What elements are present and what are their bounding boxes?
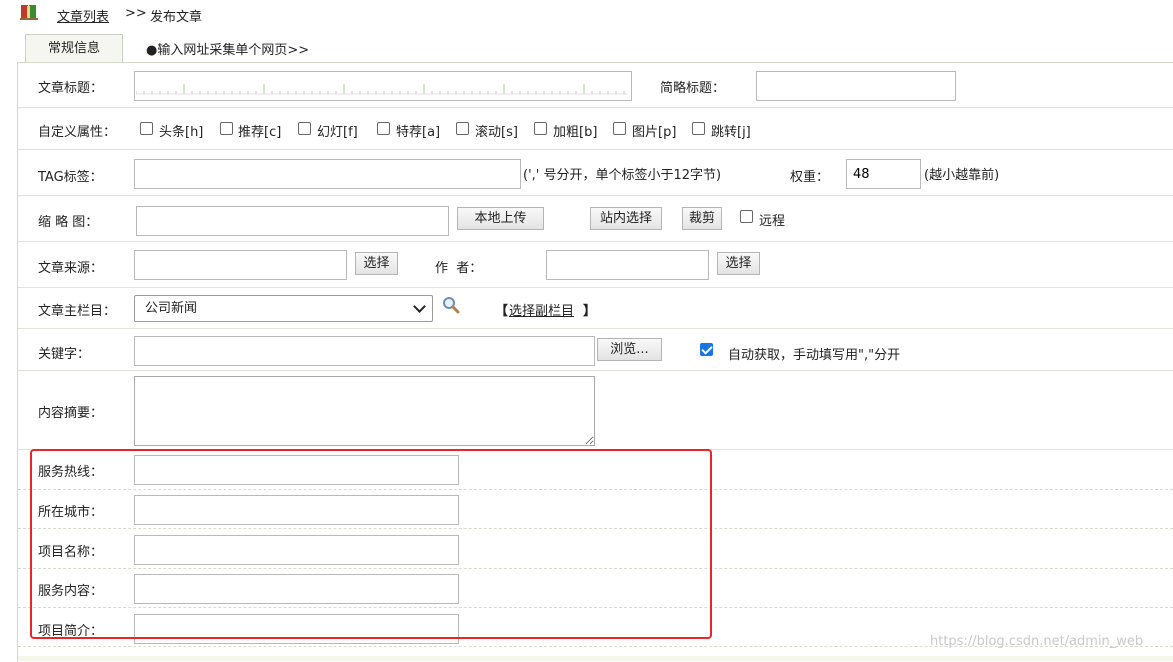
source-input[interactable] [134,250,347,280]
highlight-box [30,449,712,639]
attr-label-special: 特荐[a] [396,125,441,140]
attr-label-slideshow: 幻灯[f] [317,125,358,140]
row-divider [18,328,1173,329]
attr-label-image: 图片[p] [632,125,677,140]
tag-input[interactable] [134,159,521,189]
attr-label-scroll: 滚动[s] [475,125,518,140]
keywords-input[interactable] [134,336,595,366]
short-title-label: 简略标题： [660,81,726,96]
weight-hint: (越小越靠前) [924,168,1000,183]
breadcrumb-article-list-link[interactable]: 文章列表 [57,6,109,25]
source-label: 文章来源： [38,261,104,276]
breadcrumb-separator: >> [125,6,147,21]
title-label: 文章标题： [38,81,104,96]
attr-checkbox-headline[interactable] [140,122,153,135]
crop-button[interactable]: 裁剪 [682,207,722,230]
author-select-button[interactable]: 选择 [717,252,760,275]
sub-category-bracket-left: 【 [495,304,509,319]
summary-textarea[interactable] [134,376,595,446]
watermark: https://blog.csdn.net/admin_web [930,634,1144,649]
category-label: 文章主栏目： [38,304,117,319]
category-select[interactable]: 公司新闻 [134,295,433,322]
attr-checkbox-scroll[interactable] [456,122,469,135]
weight-label: 权重： [790,170,830,185]
author-label: 作 者： [435,261,483,276]
title-length-ruler [136,84,628,95]
thumbnail-label: 缩 略 图： [38,215,99,230]
select-sub-category-link[interactable]: 选择副栏目 [509,300,574,319]
bottom-strip [18,656,1173,661]
local-upload-button[interactable]: 本地上传 [457,207,544,230]
author-input[interactable] [546,250,709,280]
attr-label-headline: 头条[h] [159,125,204,140]
attr-label-bold: 加粗[b] [553,125,598,140]
tag-hint: (',' 号分开，单个标签小于12字节) [523,168,722,183]
custom-attributes-label: 自定义属性： [38,125,117,140]
auto-fetch-label: 自动获取，手动填写用","分开 [728,348,901,363]
thumbnail-input[interactable] [136,206,449,236]
row-divider [18,241,1173,242]
attr-checkbox-slideshow[interactable] [298,122,311,135]
attr-label-redirect: 跳转[j] [711,125,751,140]
book-icon [20,5,38,20]
site-select-button[interactable]: 站内选择 [590,207,662,230]
row-divider [18,370,1173,371]
keywords-label: 关键字： [38,347,91,362]
row-divider [18,195,1173,196]
remote-checkbox[interactable] [740,210,753,223]
short-title-input[interactable] [756,71,956,101]
attr-checkbox-redirect[interactable] [692,122,705,135]
weight-input[interactable] [846,159,921,189]
chevron-down-icon [413,300,426,313]
attr-checkbox-recommend[interactable] [220,122,233,135]
remote-label: 远程 [759,214,786,229]
browse-button[interactable]: 浏览... [597,338,662,361]
tab-collect-url[interactable]: ●输入网址采集单个网页>> [146,39,309,58]
attr-checkbox-image[interactable] [613,122,626,135]
attr-checkbox-special[interactable] [377,122,390,135]
row-divider [18,287,1173,288]
search-icon[interactable] [442,296,460,314]
row-divider [18,149,1173,150]
source-select-button[interactable]: 选择 [355,252,398,275]
tab-general-info[interactable]: 常规信息 [25,34,123,63]
category-select-value: 公司新闻 [145,301,198,316]
attr-checkbox-bold[interactable] [534,122,547,135]
breadcrumb-current: 发布文章 [150,10,203,25]
auto-fetch-checkbox[interactable] [700,343,713,356]
sub-category-bracket-right: 】 [583,304,597,319]
row-divider [18,107,1173,108]
summary-label: 内容摘要： [38,406,104,421]
tag-label: TAG标签： [38,170,103,185]
attr-label-recommend: 推荐[c] [238,125,282,140]
